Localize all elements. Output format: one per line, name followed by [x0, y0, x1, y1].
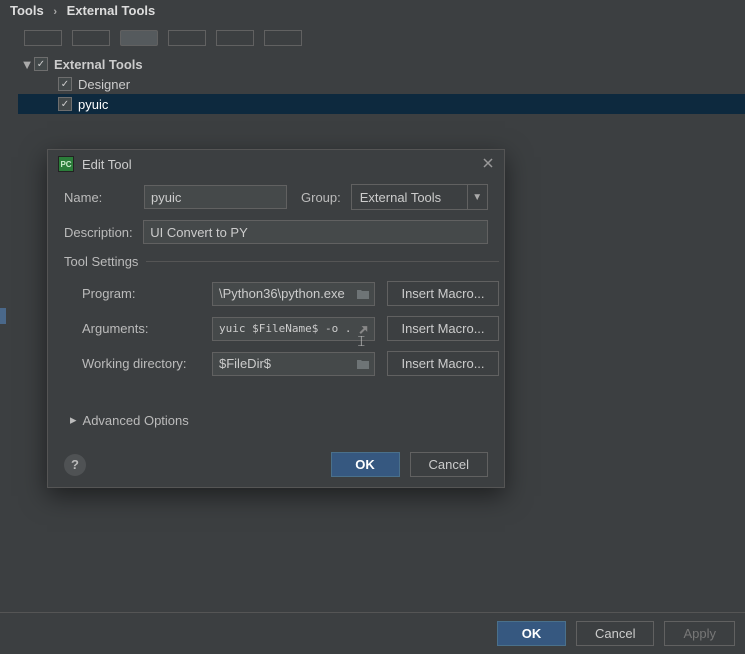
insert-macro-program-button[interactable]: Insert Macro...: [387, 281, 499, 306]
group-dropdown[interactable]: External Tools ▼: [351, 184, 488, 210]
advanced-options-toggle[interactable]: ▸ Advanced Options: [64, 412, 488, 428]
arguments-field[interactable]: [212, 317, 375, 341]
insert-macro-arguments-button[interactable]: Insert Macro...: [387, 316, 499, 341]
expand-arguments-button[interactable]: [355, 321, 371, 337]
question-icon: ?: [71, 457, 79, 472]
move-down-button[interactable]: [216, 30, 254, 46]
app-icon: PC: [58, 156, 74, 172]
checkbox-external-tools[interactable]: ✓: [34, 57, 48, 71]
move-up-button[interactable]: [168, 30, 206, 46]
settings-apply-button[interactable]: Apply: [664, 621, 735, 646]
arguments-label: Arguments:: [82, 321, 200, 336]
help-button[interactable]: ?: [64, 454, 86, 476]
folder-icon: [356, 288, 370, 300]
group-value: External Tools: [360, 190, 441, 205]
dialog-cancel-button[interactable]: Cancel: [410, 452, 488, 477]
tree-item-pyuic[interactable]: ✓ pyuic: [18, 94, 745, 114]
selection-edge-marker: [0, 308, 6, 324]
settings-ok-button[interactable]: OK: [497, 621, 566, 646]
breadcrumb-sep-icon: ›: [53, 6, 57, 18]
workdir-field[interactable]: [212, 352, 375, 376]
browse-workdir-button[interactable]: [355, 356, 371, 372]
breadcrumb: Tools › External Tools: [0, 0, 745, 24]
checkbox-designer[interactable]: ✓: [58, 77, 72, 91]
close-icon: [482, 157, 494, 169]
browse-program-button[interactable]: [355, 286, 371, 302]
add-button[interactable]: [24, 30, 62, 46]
remove-button[interactable]: [72, 30, 110, 46]
tool-settings-legend: Tool Settings: [64, 254, 146, 269]
edit-button[interactable]: [120, 30, 158, 46]
workdir-label: Working directory:: [82, 356, 200, 371]
toolbar: [18, 26, 745, 50]
folder-icon: [356, 358, 370, 370]
description-label: Description:: [64, 225, 143, 240]
program-label: Program:: [82, 286, 200, 301]
group-label: Group:: [301, 190, 341, 205]
tool-settings-group: Tool Settings Program: Insert Macro... A…: [64, 254, 499, 376]
copy-button[interactable]: [264, 30, 302, 46]
settings-cancel-button[interactable]: Cancel: [576, 621, 654, 646]
name-label: Name:: [64, 190, 144, 205]
breadcrumb-root[interactable]: Tools: [10, 3, 44, 18]
caret-right-icon: ▸: [70, 412, 77, 428]
edit-tool-dialog: PC Edit Tool Name: Group: External Tools…: [47, 149, 505, 488]
insert-macro-workdir-button[interactable]: Insert Macro...: [387, 351, 499, 376]
advanced-options-label: Advanced Options: [83, 413, 189, 428]
tree-root-label: External Tools: [54, 57, 143, 72]
name-field[interactable]: [144, 185, 287, 209]
tree-item-label: pyuic: [78, 97, 108, 112]
breadcrumb-child[interactable]: External Tools: [67, 3, 156, 18]
caret-down-icon[interactable]: ▼: [20, 57, 34, 72]
checkbox-pyuic[interactable]: ✓: [58, 97, 72, 111]
description-field[interactable]: [143, 220, 488, 244]
tree-root-row[interactable]: ▼ ✓ External Tools: [18, 54, 745, 74]
chevron-down-icon: ▼: [467, 185, 487, 209]
close-button[interactable]: [482, 157, 494, 172]
dialog-title: Edit Tool: [82, 157, 132, 172]
tools-tree: ▼ ✓ External Tools ✓ Designer ✓ pyuic: [18, 50, 745, 118]
settings-bottom-bar: OK Cancel Apply: [0, 612, 745, 654]
dialog-ok-button[interactable]: OK: [331, 452, 400, 477]
tree-item-label: Designer: [78, 77, 130, 92]
expand-icon: [357, 323, 369, 335]
tree-item-designer[interactable]: ✓ Designer: [18, 74, 745, 94]
program-field[interactable]: [212, 282, 375, 306]
